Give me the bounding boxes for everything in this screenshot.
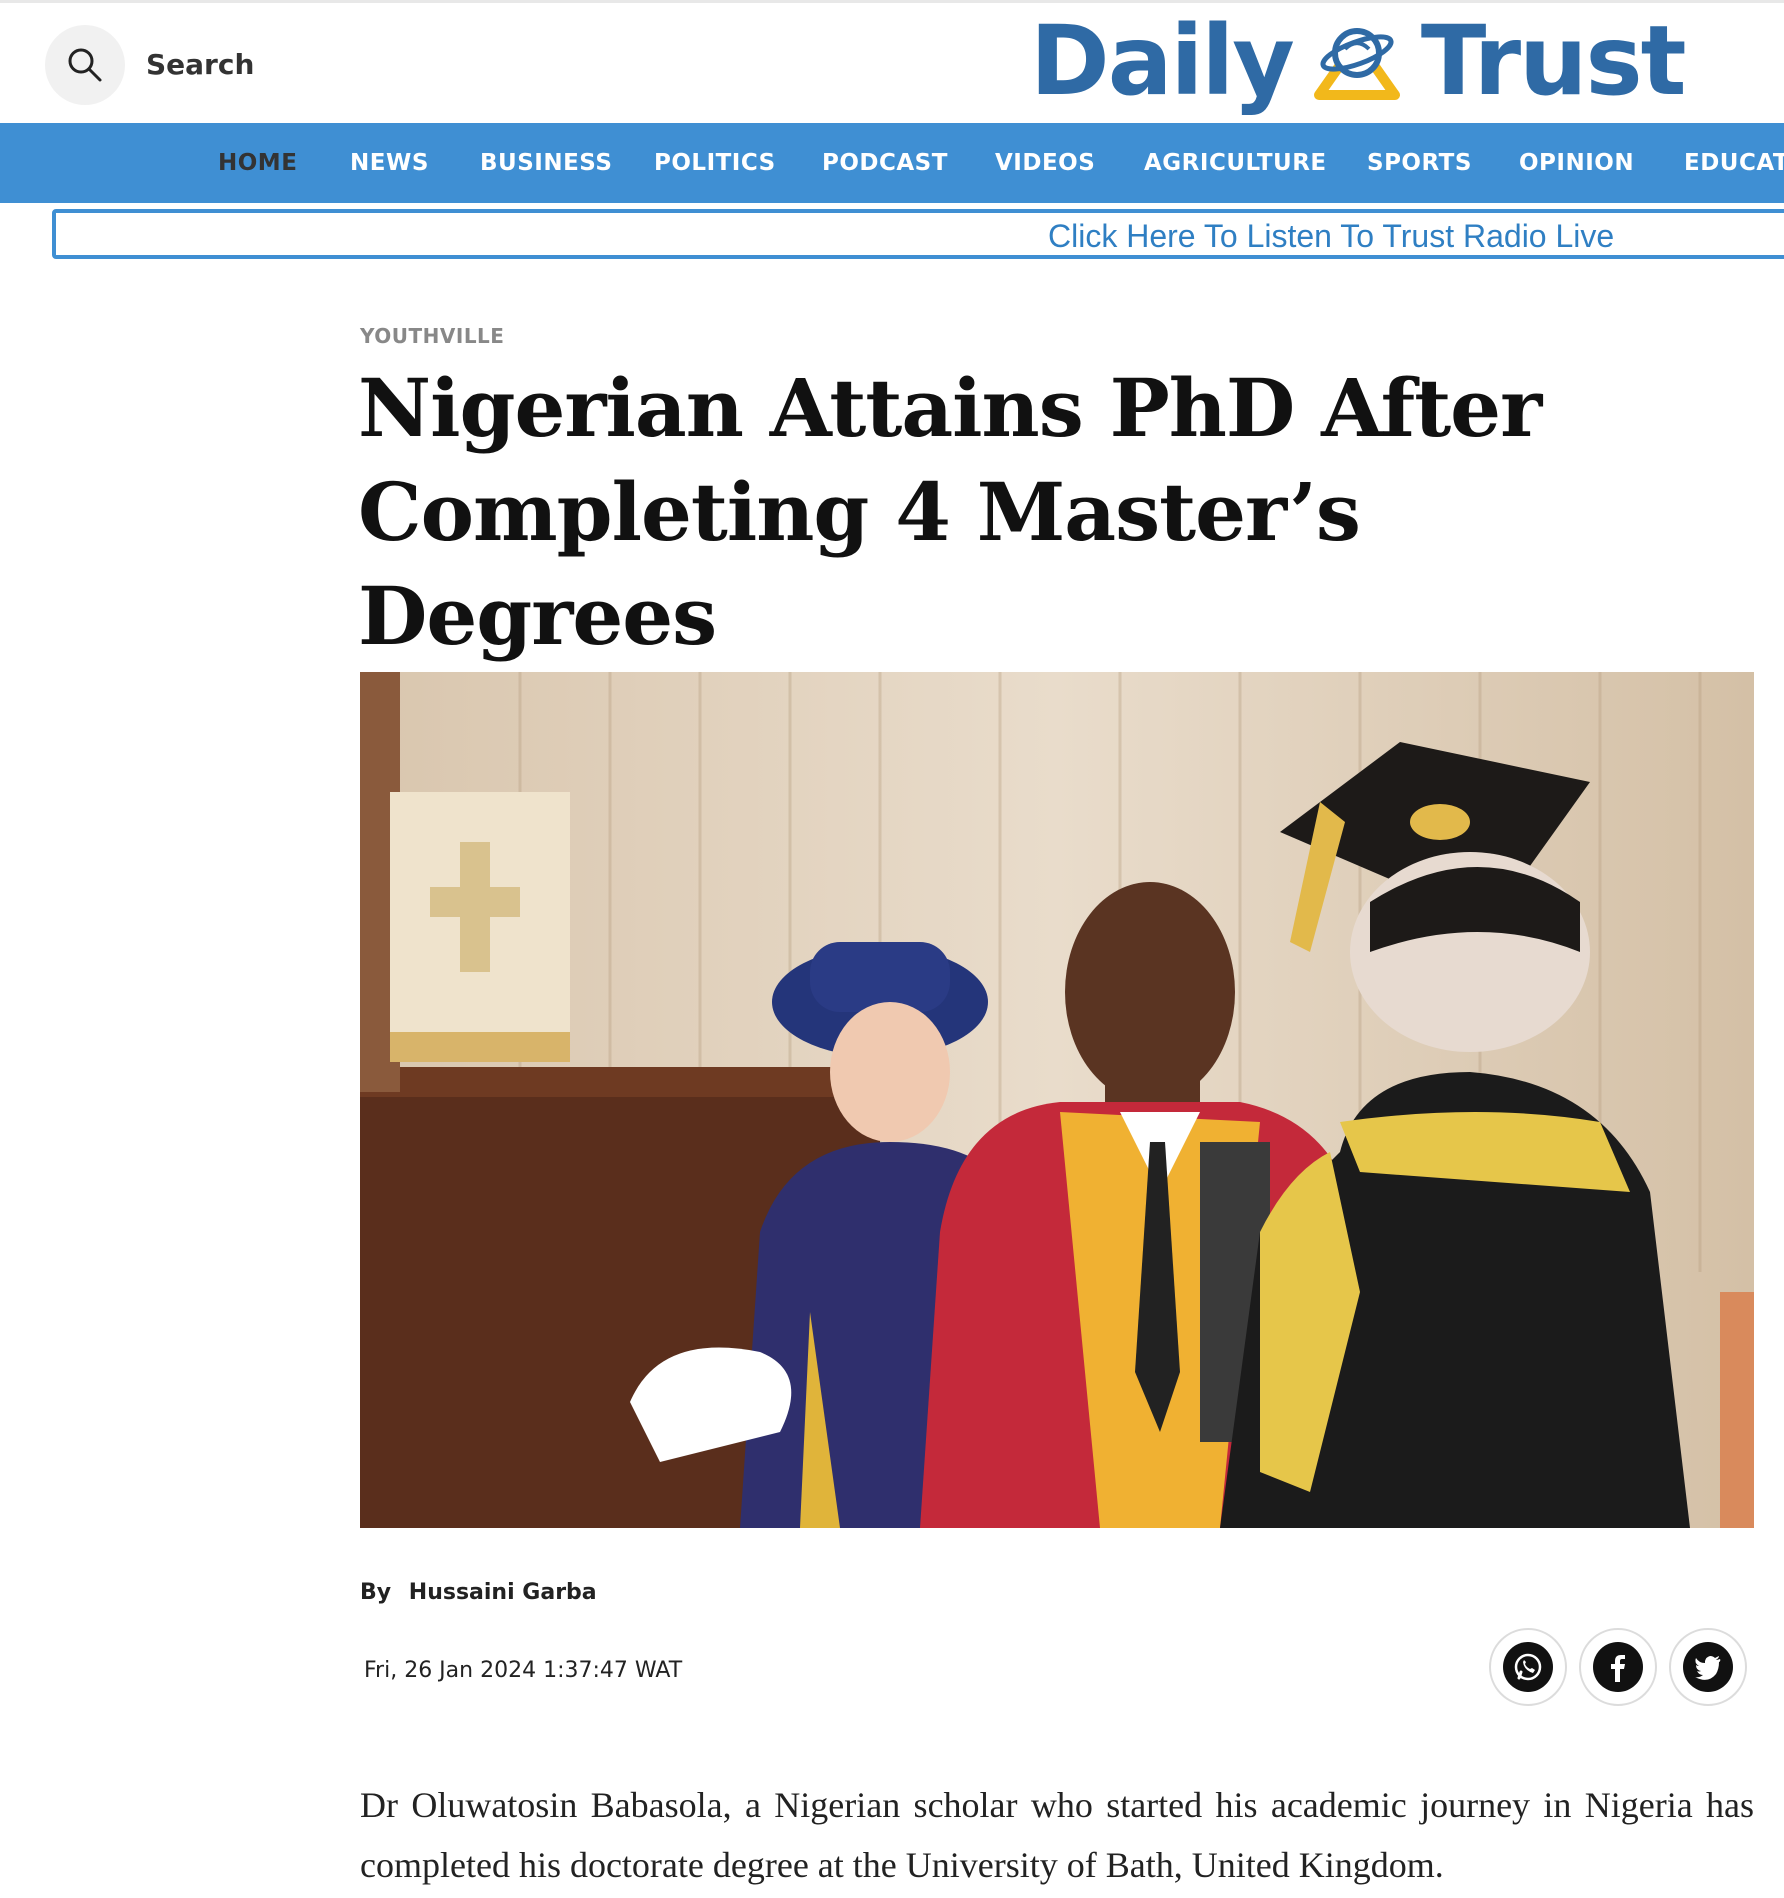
byline-prefix: By: [360, 1580, 392, 1605]
nav-item-education[interactable]: EDUCATI: [1684, 123, 1784, 203]
main-navigation: HOME NEWS BUSINESS POLITICS PODCAST VIDE…: [0, 123, 1784, 203]
site-logo[interactable]: Daily Trust: [1030, 5, 1687, 117]
article-category[interactable]: YOUTHVILLE: [360, 324, 504, 348]
article-hero-image: [360, 672, 1754, 1528]
nav-item-politics[interactable]: POLITICS: [654, 123, 776, 203]
search-label[interactable]: Search: [146, 48, 254, 81]
nav-item-business[interactable]: BUSINESS: [480, 123, 612, 203]
article-date: Fri, 26 Jan 2024 1:37:47 WAT: [364, 1658, 683, 1683]
share-twitter-button[interactable]: [1669, 1628, 1747, 1706]
nav-item-videos[interactable]: VIDEOS: [995, 123, 1095, 203]
search-icon: [68, 48, 102, 82]
globe-logo-icon: [1313, 28, 1400, 100]
trust-radio-link[interactable]: Click Here To Listen To Trust Radio Live: [1048, 218, 1614, 255]
logo-text-trust: Trust: [1420, 5, 1687, 117]
nav-item-news[interactable]: NEWS: [350, 123, 429, 203]
nav-item-podcast[interactable]: PODCAST: [822, 123, 948, 203]
share-facebook-button[interactable]: [1579, 1628, 1657, 1706]
nav-item-sports[interactable]: SPORTS: [1367, 123, 1472, 203]
search-button[interactable]: [45, 25, 125, 105]
nav-item-agriculture[interactable]: AGRICULTURE: [1144, 123, 1327, 203]
nav-item-opinion[interactable]: OPINION: [1519, 123, 1634, 203]
article-byline: By Hussaini Garba: [360, 1580, 597, 1605]
logo-text-daily: Daily: [1030, 5, 1295, 117]
whatsapp-icon: [1503, 1642, 1553, 1692]
article-headline: Nigerian Attains PhD After Completing 4 …: [358, 361, 1542, 663]
facebook-icon: [1593, 1642, 1643, 1692]
nav-item-home[interactable]: HOME: [218, 123, 297, 203]
top-border: [0, 0, 1784, 3]
author-name[interactable]: Hussaini Garba: [409, 1580, 597, 1605]
share-whatsapp-button[interactable]: [1489, 1628, 1567, 1706]
twitter-icon: [1683, 1642, 1733, 1692]
article-body-paragraph: Dr Oluwatosin Babasola, a Nigerian schol…: [360, 1785, 1754, 1885]
